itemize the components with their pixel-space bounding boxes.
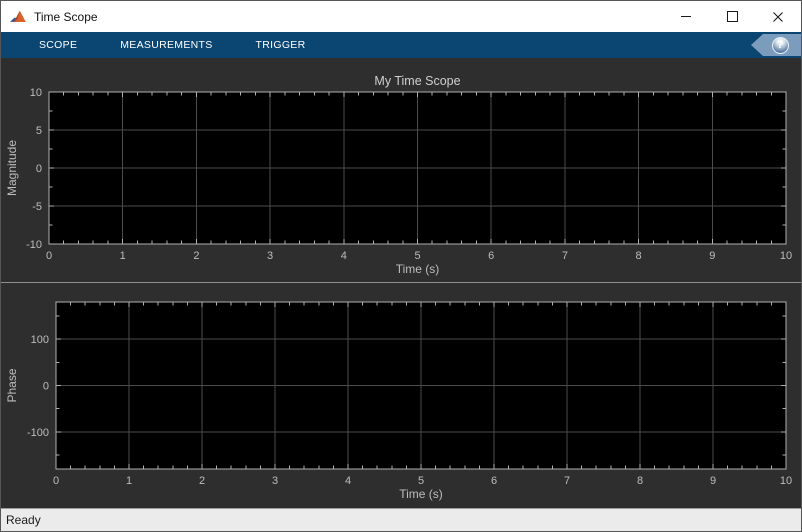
svg-text:10: 10 — [780, 475, 792, 487]
svg-text:0: 0 — [46, 250, 52, 262]
svg-text:10: 10 — [30, 87, 42, 99]
phase-scope-panel: 0 1 2 3 4 5 6 7 8 9 10 100 0 -100 Time (s) Phase — [1, 283, 801, 508]
toolstrip: SCOPE MEASUREMENTS TRIGGER ? — [1, 32, 801, 58]
svg-text:7: 7 — [564, 475, 570, 487]
svg-text:5: 5 — [36, 125, 42, 137]
svg-text:3: 3 — [267, 250, 273, 262]
tab-trigger[interactable]: TRIGGER — [256, 39, 306, 51]
svg-text:Time (s): Time (s) — [396, 262, 440, 276]
close-button[interactable] — [755, 1, 801, 32]
svg-text:-10: -10 — [26, 239, 42, 251]
svg-text:8: 8 — [636, 250, 642, 262]
svg-text:0: 0 — [36, 163, 42, 175]
svg-text:9: 9 — [709, 250, 715, 262]
minimize-button[interactable] — [663, 1, 709, 32]
svg-text:5: 5 — [414, 250, 420, 262]
svg-text:7: 7 — [562, 250, 568, 262]
help-icon: ? — [771, 36, 789, 54]
app-icon — [10, 10, 26, 24]
scope-display-area: 0 1 2 3 4 5 6 7 8 9 10 10 5 0 -5 -10 Time (s) Magnitude My… — [1, 58, 801, 508]
svg-text:6: 6 — [491, 475, 497, 487]
svg-text:4: 4 — [345, 475, 351, 487]
status-text: Ready — [6, 513, 41, 527]
statusbar: Ready — [1, 508, 801, 531]
svg-text:9: 9 — [710, 475, 716, 487]
magnitude-scope-panel: 0 1 2 3 4 5 6 7 8 9 10 10 5 0 -5 -10 Time (s) Magnitude My… — [1, 58, 801, 282]
svg-text:-100: -100 — [27, 427, 49, 439]
window-title: Time Scope — [34, 9, 98, 24]
svg-text:Time (s): Time (s) — [399, 487, 443, 501]
tab-measurements[interactable]: MEASUREMENTS — [120, 39, 212, 51]
svg-text:2: 2 — [199, 475, 205, 487]
tab-scope[interactable]: SCOPE — [39, 39, 77, 51]
svg-text:-5: -5 — [32, 201, 42, 213]
svg-text:My Time Scope: My Time Scope — [374, 74, 460, 88]
svg-text:3: 3 — [272, 475, 278, 487]
svg-text:0: 0 — [53, 475, 59, 487]
minimize-icon — [681, 16, 691, 17]
svg-text:100: 100 — [31, 334, 49, 346]
phase-plot: 0 1 2 3 4 5 6 7 8 9 10 100 0 -100 Time (s) Phase — [5, 301, 792, 501]
titlebar: Time Scope — [1, 1, 801, 32]
maximize-icon — [726, 11, 738, 22]
maximize-button[interactable] — [709, 1, 755, 32]
svg-text:2: 2 — [193, 250, 199, 262]
svg-text:1: 1 — [126, 475, 132, 487]
help-button[interactable]: ? — [751, 34, 801, 56]
close-icon — [773, 11, 783, 22]
svg-text:10: 10 — [780, 250, 792, 262]
svg-text:5: 5 — [418, 475, 424, 487]
svg-text:Magnitude: Magnitude — [5, 140, 19, 196]
time-scope-window: Time Scope SCOPE MEASUREMENTS TRIGGER ? … — [0, 0, 802, 532]
magnitude-plot: 0 1 2 3 4 5 6 7 8 9 10 10 5 0 -5 -10 Time (s) Magnitude My… — [5, 74, 792, 276]
svg-text:Phase: Phase — [5, 368, 19, 402]
svg-text:0: 0 — [43, 381, 49, 393]
svg-text:4: 4 — [341, 250, 347, 262]
svg-text:6: 6 — [488, 250, 494, 262]
svg-text:8: 8 — [637, 475, 643, 487]
svg-text:1: 1 — [120, 250, 126, 262]
